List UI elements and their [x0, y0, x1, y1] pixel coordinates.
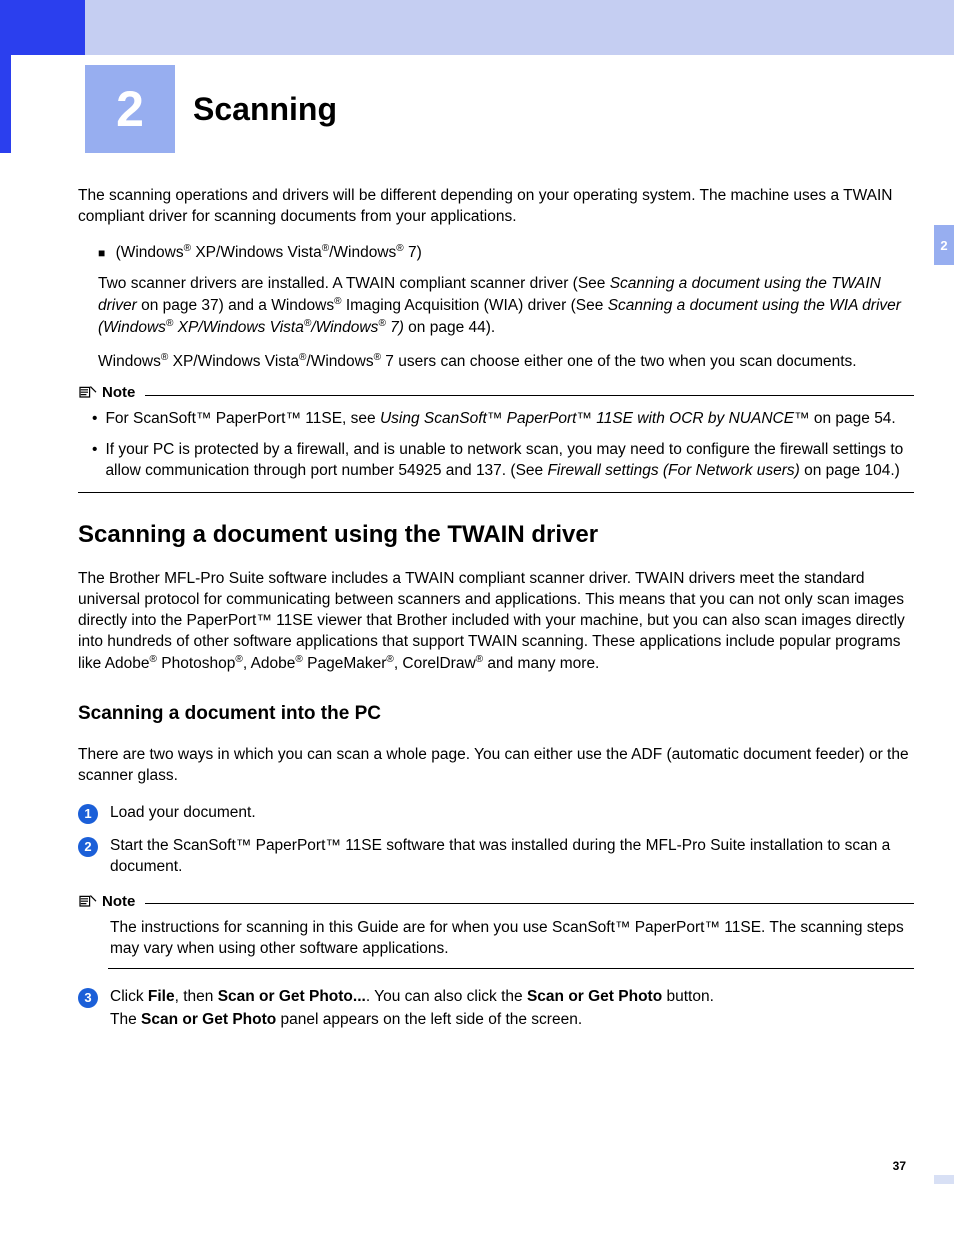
note-label-2: Note [102, 892, 135, 912]
note-header-1: Note [78, 383, 914, 403]
s3l2c: panel appears on the left side of the sc… [276, 1011, 582, 1028]
link-firewall-settings[interactable]: Firewall settings (For Network users) [547, 462, 799, 479]
note-body-2: The instructions for scanning in this Gu… [110, 918, 914, 960]
page-content: The scanning operations and drivers will… [78, 186, 914, 1043]
twain-wia-paragraph: Two scanner drivers are installed. A TWA… [98, 274, 914, 339]
note-icon [78, 385, 98, 401]
p2c: /Windows [306, 353, 373, 370]
note-header-2: Note [78, 892, 914, 912]
menu-scan-get-photo: Scan or Get Photo... [218, 988, 366, 1005]
s1d: PageMaker [303, 655, 387, 672]
note-rule-bottom-2 [108, 968, 914, 969]
page-corner-stripe [934, 1175, 954, 1184]
button-scan-get-photo: Scan or Get Photo [527, 988, 662, 1005]
p1c: Imaging Acquisition (WIA) driver (See [342, 297, 608, 314]
heading-scan-into-pc: Scanning a document into the PC [78, 701, 914, 727]
square-bullet-icon: ■ [98, 246, 105, 260]
step-3-text: Click File, then Scan or Get Photo.... Y… [110, 987, 914, 1031]
n2b: on page 104.) [800, 462, 900, 479]
n1b: on page 54. [810, 410, 896, 427]
step-3: 3 Click File, then Scan or Get Photo....… [78, 987, 914, 1031]
note-item-scansoft: • For ScanSoft™ PaperPort™ 11SE, see Usi… [92, 409, 914, 430]
os-text-4: 7) [404, 244, 422, 261]
s3a: Click [110, 988, 148, 1005]
note-rule-top-2 [145, 903, 914, 904]
os-text-1: (Windows [116, 244, 184, 261]
link-scansoft-ocr[interactable]: Using ScanSoft™ PaperPort™ 11SE with OCR… [380, 410, 810, 427]
intro-paragraph: The scanning operations and drivers will… [78, 186, 914, 228]
p1b: on page 37) and a Windows [137, 297, 334, 314]
chapter-title: Scanning [193, 91, 337, 128]
step-2-text: Start the ScanSoft™ PaperPort™ 11SE soft… [110, 836, 914, 878]
chapter-number-box: 2 [85, 65, 175, 153]
n1a: For ScanSoft™ PaperPort™ 11SE, see [105, 410, 380, 427]
panel-scan-get-photo: Scan or Get Photo [141, 1011, 276, 1028]
s1e: , CorelDraw [394, 655, 476, 672]
step-1-text: Load your document. [110, 803, 914, 824]
menu-file: File [148, 988, 175, 1005]
step-1: 1 Load your document. [78, 803, 914, 824]
note-rule-top-1 [145, 395, 914, 396]
heading-twain-driver: Scanning a document using the TWAIN driv… [78, 519, 914, 551]
note-item-firewall: • If your PC is protected by a firewall,… [92, 440, 914, 482]
p1d: on page 44). [404, 319, 495, 336]
note-icon [78, 894, 98, 910]
s3l2a: The [110, 1011, 141, 1028]
os-text-2: XP/Windows Vista [191, 244, 322, 261]
p1i2d: 7) [386, 319, 404, 336]
twain-body-paragraph: The Brother MFL-Pro Suite software inclu… [78, 569, 914, 675]
choice-paragraph: Windows® XP/Windows Vista®/Windows® 7 us… [98, 351, 914, 373]
left-sidebar-stub [0, 55, 11, 153]
s3e: button. [662, 988, 714, 1005]
s1c: , Adobe [243, 655, 296, 672]
s1f: and many more. [483, 655, 599, 672]
note-rule-bottom-1 [78, 492, 914, 493]
step-2: 2 Start the ScanSoft™ PaperPort™ 11SE so… [78, 836, 914, 878]
os-bullet-heading: ■ (Windows® XP/Windows Vista®/Windows® 7… [98, 242, 914, 264]
p1a: Two scanner drivers are installed. A TWA… [98, 275, 610, 292]
p2a: Windows [98, 353, 161, 370]
os-bullet-block: ■ (Windows® XP/Windows Vista®/Windows® 7… [98, 242, 914, 373]
s3d: . You can also click the [366, 988, 527, 1005]
section-tab: 2 [934, 225, 954, 265]
note-list-1: • For ScanSoft™ PaperPort™ 11SE, see Usi… [92, 409, 914, 482]
header-accent-light [85, 0, 954, 55]
s3c: , then [175, 988, 218, 1005]
scan-intro: There are two ways in which you can scan… [78, 745, 914, 787]
p1i2b: XP/Windows Vista [173, 319, 304, 336]
chapter-header: 2 Scanning [85, 65, 337, 153]
p2d: 7 users can choose either one of the two… [381, 353, 857, 370]
step-number-2-icon: 2 [78, 837, 98, 857]
s1b: Photoshop [157, 655, 235, 672]
page-number: 37 [893, 1159, 906, 1173]
p1i2c: /Windows [311, 319, 378, 336]
note-label-1: Note [102, 383, 135, 403]
header-accent-dark [0, 0, 85, 55]
os-text-3: /Windows [329, 244, 396, 261]
p2b: XP/Windows Vista [168, 353, 299, 370]
step-number-3-icon: 3 [78, 988, 98, 1008]
step-number-1-icon: 1 [78, 804, 98, 824]
